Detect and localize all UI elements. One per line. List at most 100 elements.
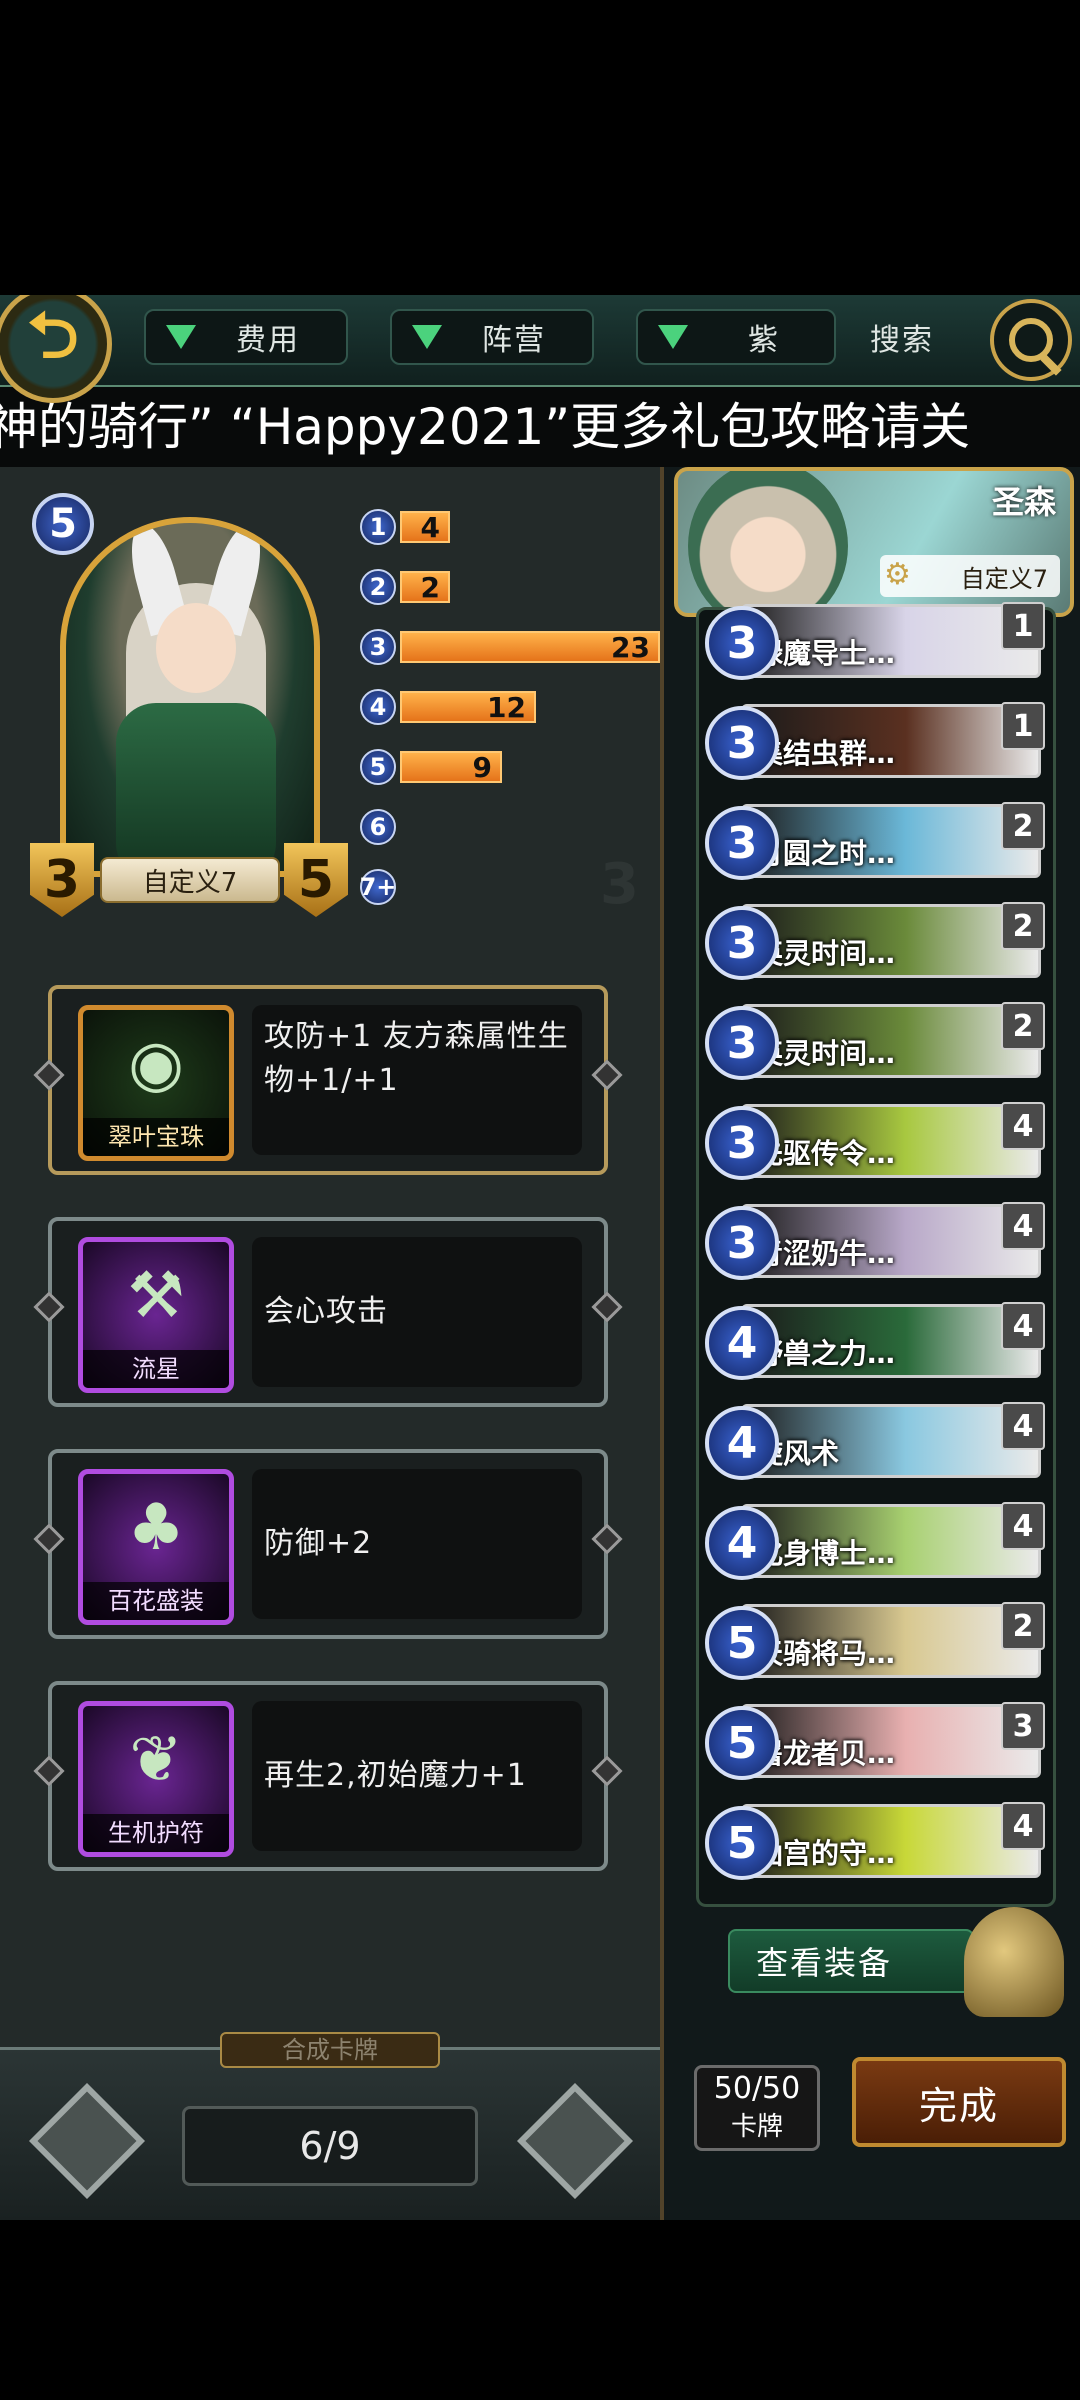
- filter-rarity-label: 紫: [748, 323, 780, 358]
- deck-card-row[interactable]: 3 月圆之时… 2: [705, 798, 1051, 884]
- equipment-slot[interactable]: ♣ 百花盛装 防御+2: [33, 1449, 623, 1639]
- dropdown-triangle-icon: [166, 325, 196, 349]
- slot-ornament: [591, 1059, 623, 1091]
- search-label[interactable]: 搜索: [870, 315, 934, 359]
- deck-name-text: 自定义7: [960, 564, 1048, 593]
- card-cost-gem: 5: [32, 493, 94, 555]
- deck-card-cost-gem: 3: [705, 906, 779, 980]
- deck-card-cost-gem: 3: [705, 1106, 779, 1180]
- equipment-icon[interactable]: ❦ 生机护符: [78, 1701, 234, 1857]
- deck-card-row[interactable]: 3 先驱传令… 4: [705, 1098, 1051, 1184]
- craft-card-tab[interactable]: 合成卡牌: [220, 2032, 440, 2068]
- deck-card-copies: 4: [1001, 1302, 1045, 1350]
- deck-card-row[interactable]: 4 野兽之力… 4: [705, 1298, 1051, 1384]
- slot-ornament: [33, 1755, 65, 1787]
- equipment-name: 翠叶宝珠: [83, 1118, 229, 1156]
- histogram-bar: 12: [400, 691, 536, 724]
- deck-card-row[interactable]: 4 化身博士… 4: [705, 1498, 1051, 1584]
- deck-card-copies: 2: [1001, 1602, 1045, 1650]
- equipment-name: 生机护符: [83, 1814, 229, 1852]
- deck-name-field[interactable]: ⚙ 自定义7: [880, 555, 1060, 597]
- deck-card-row[interactable]: 3 青涩奶牛… 4: [705, 1198, 1051, 1284]
- view-equipment-button[interactable]: 查看装备: [728, 1929, 974, 1993]
- histogram-row: 22: [360, 567, 450, 607]
- card-name-plate: 自定义7: [100, 857, 280, 903]
- dropdown-triangle-icon: [658, 325, 688, 349]
- deck-card-copies: 2: [1001, 802, 1045, 850]
- equipment-description: 攻防+1 友方森属性生物+1/+1: [252, 1005, 582, 1155]
- deck-card-cost-gem: 3: [705, 706, 779, 780]
- card-health-value: 5: [284, 843, 348, 917]
- deck-hero-portrait: [688, 471, 848, 613]
- top-bar: ⮌ 费用 阵营 紫 搜索: [0, 295, 1080, 403]
- green-orb-icon: ◉: [128, 1027, 184, 1101]
- histogram-cost-gem: 1: [360, 509, 396, 545]
- deck-card-row[interactable]: 5 仙宫的守… 4: [705, 1798, 1051, 1884]
- equipment-slot[interactable]: ◉ 翠叶宝珠 攻防+1 友方森属性生物+1/+1: [33, 985, 623, 1175]
- deck-card-cost-gem: 4: [705, 1306, 779, 1380]
- deck-card-copies: 4: [1001, 1202, 1045, 1250]
- filter-faction-dropdown[interactable]: 阵营: [390, 309, 594, 365]
- deck-card-count: 50/50 卡牌: [694, 2065, 820, 2151]
- deck-card-row[interactable]: 3 集结虫群… 1: [705, 698, 1051, 784]
- deck-card-row[interactable]: 3 绿魔导士… 1: [705, 598, 1051, 684]
- histogram-row: 59: [360, 747, 502, 787]
- deck-banner[interactable]: 圣森 ⚙ 自定义7: [674, 467, 1074, 617]
- equipment-slot[interactable]: ❦ 生机护符 再生2,初始魔力+1: [33, 1681, 623, 1871]
- histogram-bar: 2: [400, 571, 450, 604]
- prev-page-arrow-icon[interactable]: [29, 2083, 145, 2199]
- deck-card-copies: 1: [1001, 702, 1045, 750]
- filter-faction-label: 阵营: [482, 323, 546, 358]
- deck-card-cost-gem: 3: [705, 606, 779, 680]
- deck-builder-screen: ⮌ 费用 阵营 紫 搜索 神的骑行” “Happy2021”更多礼包攻略请关 3: [0, 295, 1080, 2220]
- search-button[interactable]: [990, 299, 1072, 381]
- deck-card-cost-gem: 3: [705, 1206, 779, 1280]
- selected-card[interactable]: 5 3 5 自定义7: [30, 487, 350, 917]
- slot-ornament: [591, 1291, 623, 1323]
- equipment-icon[interactable]: ⚒ 流星: [78, 1237, 234, 1393]
- equipment-name: 百花盛装: [83, 1582, 229, 1620]
- filter-rarity-dropdown[interactable]: 紫: [636, 309, 836, 365]
- equipment-icon[interactable]: ◉ 翠叶宝珠: [78, 1005, 234, 1161]
- card-artwork: [60, 517, 320, 877]
- page-navigator: 合成卡牌 6/9: [0, 2032, 660, 2220]
- helmet-icon: [964, 1907, 1064, 2017]
- deck-card-count-label: 卡牌: [730, 2112, 783, 2142]
- next-page-arrow-icon[interactable]: [517, 2083, 633, 2199]
- undo-arrow-icon: ⮌: [27, 299, 79, 373]
- equipment-icon[interactable]: ♣ 百花盛装: [78, 1469, 234, 1625]
- equipment-name: 流星: [83, 1350, 229, 1388]
- filter-cost-label: 费用: [236, 323, 300, 358]
- deck-card-copies: 3: [1001, 1702, 1045, 1750]
- deck-card-row[interactable]: 3 英灵时间… 2: [705, 998, 1051, 1084]
- deck-card-copies: 4: [1001, 1802, 1045, 1850]
- equipment-description: 会心攻击: [252, 1237, 582, 1387]
- deck-card-row[interactable]: 5 屠龙者贝… 3: [705, 1698, 1051, 1784]
- slot-ornament: [33, 1059, 65, 1091]
- gear-icon[interactable]: ⚙: [884, 557, 911, 592]
- deck-card-row[interactable]: 3 英灵时间… 2: [705, 898, 1051, 984]
- histogram-cost-gem: 4: [360, 689, 396, 725]
- equipment-slot[interactable]: ⚒ 流星 会心攻击: [33, 1217, 623, 1407]
- flower-dress-icon: ♣: [127, 1491, 185, 1565]
- leaf-amulet-icon: ❦: [129, 1723, 183, 1797]
- magnifier-icon: [1009, 318, 1053, 362]
- slot-ornament: [33, 1523, 65, 1555]
- filter-cost-dropdown[interactable]: 费用: [144, 309, 348, 365]
- deck-card-count-value: 50/50: [713, 2071, 801, 2106]
- deck-card-row[interactable]: 4 旋风术 4: [705, 1398, 1051, 1484]
- deck-card-copies: 4: [1001, 1402, 1045, 1450]
- deck-card-row[interactable]: 5 天骑将马… 2: [705, 1598, 1051, 1684]
- dropdown-triangle-icon: [412, 325, 442, 349]
- card-detail-pane: 3 5 3 5 自定义7 1 4 2 2 3 23 4 12 5 9 6 7+ ◉ 翠叶宝珠 攻防+1 友…: [0, 467, 660, 2220]
- slot-ornament: [591, 1755, 623, 1787]
- histogram-bar: 9: [400, 751, 502, 784]
- histogram-cost-gem: 6: [360, 809, 396, 845]
- histogram-cost-gem: 3: [360, 629, 396, 665]
- slot-ornament: [591, 1523, 623, 1555]
- histogram-cost-gem: 2: [360, 569, 396, 605]
- deck-card-cost-gem: 5: [705, 1606, 779, 1680]
- deck-card-list[interactable]: 3 绿魔导士… 1 3 集结虫群… 1 3 月圆之时… 2 3 英灵时间… 2 3 英灵时间… 2 3 先驱传令…: [696, 602, 1056, 1907]
- done-button[interactable]: 完成: [852, 2057, 1066, 2147]
- histogram-row: 3 23: [360, 627, 660, 667]
